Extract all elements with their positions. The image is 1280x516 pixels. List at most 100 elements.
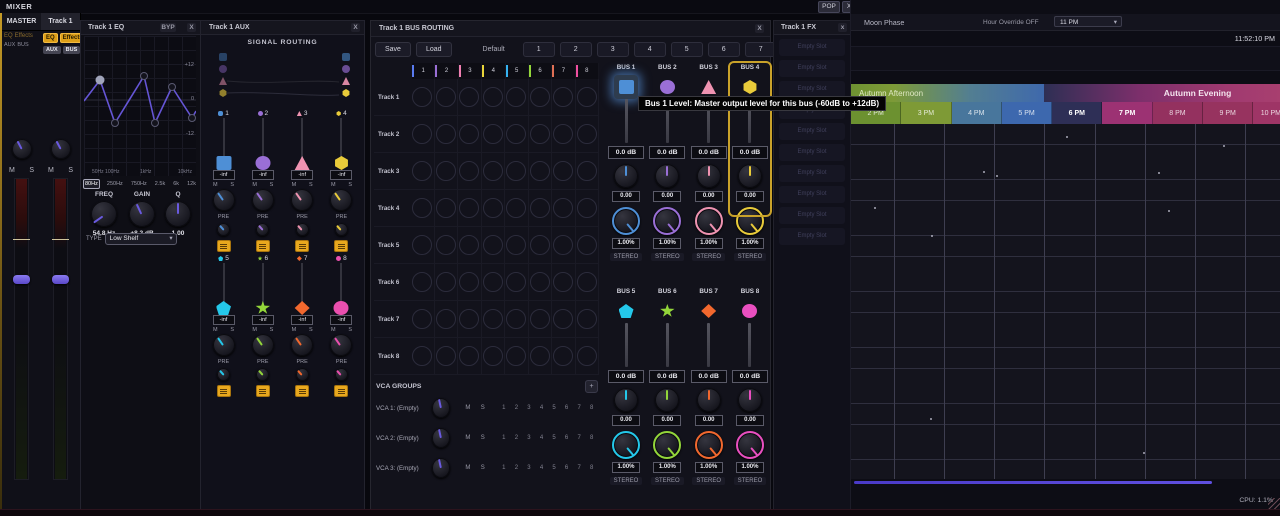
routing-cell[interactable] bbox=[482, 79, 505, 115]
freq-knob[interactable] bbox=[91, 201, 117, 227]
routing-cell[interactable] bbox=[505, 264, 528, 300]
vca-assign-button[interactable]: 7 bbox=[573, 465, 586, 471]
vca-mute-button[interactable]: M bbox=[460, 465, 475, 471]
bus-level-value[interactable]: 0.0 dB bbox=[732, 370, 768, 383]
vca-solo-button[interactable]: S bbox=[475, 405, 490, 411]
dest-hexagon-icon[interactable] bbox=[342, 89, 350, 97]
pre-fader-label[interactable]: PRE bbox=[297, 214, 308, 220]
routing-cell[interactable] bbox=[505, 79, 528, 115]
vca-assign-button[interactable]: 8 bbox=[585, 405, 598, 411]
send-solo-button[interactable]: S bbox=[270, 182, 274, 188]
aux-send-fader[interactable] bbox=[324, 118, 359, 170]
fader-handle[interactable] bbox=[295, 156, 310, 170]
bus-mode-label[interactable]: STEREO bbox=[734, 253, 767, 261]
routing-cell[interactable] bbox=[529, 264, 552, 300]
routing-cell[interactable] bbox=[435, 116, 458, 152]
bus-pan-value[interactable]: 0.00 bbox=[695, 191, 723, 202]
matrix-column-header[interactable]: 4 bbox=[482, 63, 505, 79]
routing-cell[interactable] bbox=[411, 264, 434, 300]
vca-assign-button[interactable]: 7 bbox=[573, 405, 586, 411]
routing-close-button[interactable]: X bbox=[755, 24, 764, 33]
bus-fader-track[interactable] bbox=[707, 323, 710, 367]
routing-cell[interactable] bbox=[411, 227, 434, 263]
track1-tab[interactable]: Track 1 bbox=[41, 13, 80, 31]
hour-cell[interactable]: 7 PM bbox=[1102, 102, 1152, 124]
bus-width-value[interactable]: 1.00% bbox=[736, 462, 764, 473]
pre-fader-label[interactable]: PRE bbox=[218, 214, 229, 220]
routing-cell[interactable] bbox=[552, 79, 575, 115]
track1-aux-tab[interactable]: AUX bbox=[43, 46, 61, 54]
send-mute-button[interactable]: M bbox=[213, 327, 218, 333]
matrix-column-header[interactable]: 7 bbox=[552, 63, 575, 79]
send-pan-knob[interactable] bbox=[252, 334, 274, 356]
routing-cell[interactable] bbox=[458, 227, 481, 263]
routing-cell[interactable] bbox=[482, 338, 505, 374]
routing-cell[interactable] bbox=[435, 338, 458, 374]
routing-cell[interactable] bbox=[552, 264, 575, 300]
vca-assign-button[interactable]: 3 bbox=[523, 465, 536, 471]
send-level-value[interactable]: -inf bbox=[330, 315, 352, 325]
routing-cell[interactable] bbox=[435, 301, 458, 337]
hour-cell[interactable]: 9 PM bbox=[1203, 102, 1253, 124]
vca-assign-button[interactable]: 7 bbox=[573, 435, 586, 441]
routing-cell[interactable] bbox=[552, 227, 575, 263]
preset-button[interactable]: 6 bbox=[708, 42, 740, 57]
routing-cell[interactable] bbox=[435, 264, 458, 300]
send-mute-button[interactable]: M bbox=[331, 182, 336, 188]
routing-cell[interactable] bbox=[482, 301, 505, 337]
bus-pan-value[interactable]: 0.00 bbox=[736, 415, 764, 426]
bus-pan-value[interactable]: 0.00 bbox=[612, 191, 640, 202]
bus-width-knob[interactable] bbox=[695, 431, 723, 459]
vca-solo-button[interactable]: S bbox=[475, 465, 490, 471]
preset-button[interactable]: 2 bbox=[560, 42, 592, 57]
bus-mode-label[interactable]: STEREO bbox=[734, 477, 767, 485]
routing-cell[interactable] bbox=[576, 79, 599, 115]
bus-mode-label[interactable]: STEREO bbox=[692, 477, 725, 485]
send-trim-knob[interactable] bbox=[335, 368, 348, 381]
track1-bus-tab[interactable]: BUS bbox=[63, 46, 81, 54]
eq-band-button[interactable]: 80Hz bbox=[83, 179, 100, 189]
master-aux-tab[interactable]: AUX bbox=[4, 42, 15, 48]
bus-width-value[interactable]: 1.00% bbox=[612, 238, 640, 249]
hour-select-dropdown[interactable]: 11 PM ▾ bbox=[1054, 16, 1122, 27]
vca-assign-button[interactable]: 2 bbox=[510, 405, 523, 411]
bus-fader-handle[interactable] bbox=[738, 299, 762, 323]
aux-send-fader[interactable] bbox=[206, 118, 241, 170]
timeline-grid[interactable] bbox=[851, 124, 1280, 479]
bus-width-knob[interactable] bbox=[612, 431, 640, 459]
bus-level-value[interactable]: 0.0 dB bbox=[691, 370, 727, 383]
routing-cell[interactable] bbox=[552, 153, 575, 189]
vca-assign-button[interactable]: 4 bbox=[535, 435, 548, 441]
routing-cell[interactable] bbox=[529, 116, 552, 152]
routing-cell[interactable] bbox=[458, 153, 481, 189]
routing-cell[interactable] bbox=[552, 116, 575, 152]
bus-level-value[interactable]: 0.0 dB bbox=[649, 146, 685, 159]
preset-button[interactable]: 4 bbox=[634, 42, 666, 57]
bus-fader-track[interactable] bbox=[625, 323, 628, 367]
routing-cell[interactable] bbox=[505, 190, 528, 226]
fx-close-button[interactable]: x bbox=[838, 23, 847, 32]
master-eq-tab[interactable]: EQ bbox=[4, 33, 13, 39]
routing-cell[interactable] bbox=[529, 301, 552, 337]
vca-label[interactable]: VCA 1: (Empty) bbox=[376, 405, 432, 412]
pre-fader-label[interactable]: PRE bbox=[336, 359, 347, 365]
send-pan-knob[interactable] bbox=[330, 189, 352, 211]
eq-bypass-button[interactable]: BYP bbox=[160, 23, 176, 32]
routing-cell[interactable] bbox=[505, 116, 528, 152]
bus-fader-handle[interactable] bbox=[697, 299, 721, 323]
dest-circle-icon[interactable] bbox=[342, 65, 350, 73]
send-trim-knob[interactable] bbox=[335, 223, 348, 236]
routing-cell[interactable] bbox=[529, 338, 552, 374]
source-circle-icon[interactable] bbox=[219, 65, 227, 73]
q-knob[interactable] bbox=[165, 201, 191, 227]
aux-send-fader[interactable] bbox=[285, 118, 320, 170]
send-mute-button[interactable]: M bbox=[252, 182, 257, 188]
bus-width-value[interactable]: 1.00% bbox=[653, 238, 681, 249]
aux-send-fader[interactable] bbox=[206, 263, 241, 315]
pre-fader-label[interactable]: PRE bbox=[218, 359, 229, 365]
filter-type-dropdown[interactable]: Low Shelf ▾ bbox=[105, 233, 177, 245]
routing-cell[interactable] bbox=[576, 116, 599, 152]
aux-send-fader[interactable] bbox=[245, 118, 280, 170]
routing-cell[interactable] bbox=[458, 79, 481, 115]
bus-mode-label[interactable]: STEREO bbox=[692, 253, 725, 261]
